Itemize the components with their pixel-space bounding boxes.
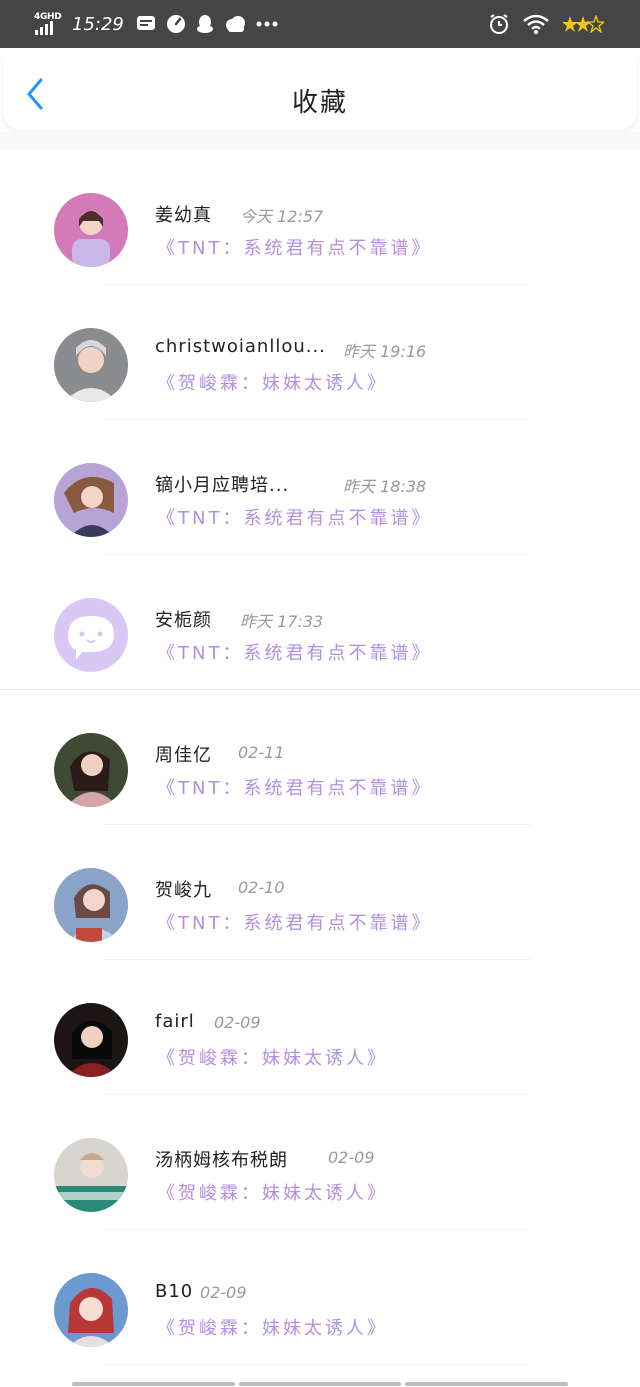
user-name: 周佳亿 (155, 745, 212, 766)
user-name: 安栀颜 (155, 610, 212, 631)
avatar[interactable] (54, 463, 128, 537)
home-indicator[interactable] (72, 1382, 569, 1386)
cloud-icon (224, 15, 246, 33)
page-title: 收藏 (291, 88, 348, 118)
book-title[interactable]: 《贺峻霖：妹妹太诱人》 (157, 1044, 388, 1070)
wifi-icon (522, 14, 550, 34)
avatar[interactable] (54, 868, 128, 942)
favorite-item[interactable]: 汤柄姆核布税朗 02-09 《贺峻霖：妹妹太诱人》 (0, 1095, 640, 1230)
avatar[interactable] (54, 1273, 128, 1347)
status-time: 15:29 (72, 13, 124, 35)
user-name: christwoianllou... (155, 336, 326, 357)
book-title[interactable]: 《TNT：系统君有点不靠谱》 (157, 639, 432, 665)
default-avatar-icon (54, 598, 128, 672)
avatar[interactable] (54, 193, 128, 267)
user-name: 镝小月应聘培... (155, 475, 290, 496)
message-icon (136, 14, 156, 34)
book-title[interactable]: 《贺峻霖：妹妹太诱人》 (157, 1179, 388, 1205)
book-title[interactable]: 《贺峻霖：妹妹太诱人》 (157, 1314, 388, 1340)
avatar[interactable] (54, 598, 128, 672)
favorite-item[interactable]: 周佳亿 02-11 《TNT：系统君有点不靠谱》 (0, 690, 640, 825)
favorite-item[interactable]: 姜幼真 今天 12:57 《TNT：系统君有点不靠谱》 (0, 150, 640, 285)
book-title[interactable]: 《TNT：系统君有点不靠谱》 (157, 774, 432, 800)
user-name: 姜幼真 (155, 205, 212, 226)
avatar[interactable] (54, 1003, 128, 1077)
user-name: fairl (155, 1011, 195, 1032)
avatar[interactable] (54, 328, 128, 402)
stars-icon (562, 15, 604, 33)
favorite-item[interactable]: christwoianllou... 昨天 19:16 《贺峻霖：妹妹太诱人》 (0, 285, 640, 420)
speedometer-icon (166, 14, 186, 34)
timestamp: 02-09 (214, 1013, 261, 1032)
timestamp: 昨天 17:33 (240, 612, 324, 631)
timestamp: 昨天 18:38 (343, 477, 427, 496)
user-name: 汤柄姆核布税朗 (155, 1150, 288, 1171)
header-spacer (0, 132, 640, 150)
book-title[interactable]: 《TNT：系统君有点不靠谱》 (157, 909, 432, 935)
avatar[interactable] (54, 1138, 128, 1212)
favorite-item[interactable]: 贺峻九 02-10 《TNT：系统君有点不靠谱》 (0, 825, 640, 960)
favorite-item[interactable]: 安栀颜 昨天 17:33 《TNT：系统君有点不靠谱》 (0, 555, 640, 690)
user-name: B10 (155, 1281, 194, 1302)
cellular-signal-icon: 4GHD (34, 9, 64, 39)
book-title[interactable]: 《TNT：系统君有点不靠谱》 (157, 504, 432, 530)
timestamp: 今天 12:57 (240, 207, 324, 226)
avatar[interactable] (54, 733, 128, 807)
alarm-icon (488, 13, 510, 35)
favorite-item[interactable]: B10 02-09 《贺峻霖：妹妹太诱人》 (0, 1230, 640, 1365)
timestamp: 02-10 (238, 878, 285, 897)
favorite-item[interactable]: 镝小月应聘培... 昨天 18:38 《TNT：系统君有点不靠谱》 (0, 420, 640, 555)
user-name: 贺峻九 (155, 880, 212, 901)
status-bar: 4GHD 15:29 (0, 0, 640, 48)
book-title[interactable]: 《TNT：系统君有点不靠谱》 (157, 234, 432, 260)
more-dots-icon (256, 21, 278, 27)
divider (105, 1364, 530, 1365)
timestamp: 02-09 (200, 1283, 247, 1302)
penguin-icon (196, 14, 214, 34)
top-header: 收藏 (3, 50, 637, 130)
timestamp: 02-09 (328, 1148, 375, 1167)
book-title[interactable]: 《贺峻霖：妹妹太诱人》 (157, 369, 388, 395)
timestamp: 昨天 19:16 (343, 342, 427, 361)
timestamp: 02-11 (238, 743, 285, 762)
favorite-item[interactable]: fairl 02-09 《贺峻霖：妹妹太诱人》 (0, 960, 640, 1095)
